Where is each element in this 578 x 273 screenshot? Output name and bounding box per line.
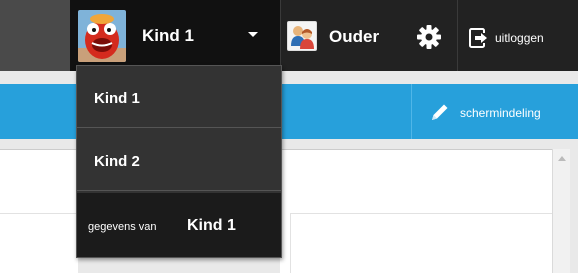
pencil-icon bbox=[430, 102, 450, 122]
topbar-left-area bbox=[0, 0, 70, 71]
divider bbox=[0, 213, 78, 214]
content-subpanel bbox=[290, 213, 552, 273]
parent-label: Ouder bbox=[329, 27, 380, 46]
gear-icon[interactable] bbox=[416, 24, 442, 50]
screen-layout-button[interactable]: schermindeling bbox=[412, 84, 578, 139]
screen-layout-label: schermindeling bbox=[460, 106, 541, 120]
child-data-prefix: gegevens van bbox=[88, 221, 157, 233]
dropdown-child-data-link[interactable]: gegevens van Kind 1 bbox=[77, 193, 281, 257]
divider bbox=[280, 0, 281, 71]
parent-account-button[interactable]: Ouder bbox=[282, 0, 452, 71]
logout-label: uitloggen bbox=[495, 31, 544, 45]
dropdown-item-label: Kind 1 bbox=[94, 90, 140, 107]
logout-icon bbox=[469, 28, 489, 48]
dropdown-item-kind-1[interactable]: Kind 1 bbox=[77, 66, 281, 128]
app-window: Kind 1 Ouder uitloggen schermindeling Ki… bbox=[0, 0, 578, 273]
child-dropdown-menu: Kind 1 Kind 2 gegevens van Kind 1 bbox=[76, 65, 282, 258]
child-selector[interactable]: Kind 1 bbox=[70, 0, 280, 71]
dropdown-item-kind-2[interactable]: Kind 2 bbox=[77, 129, 281, 191]
top-navigation-bar: Kind 1 Ouder uitloggen bbox=[0, 0, 578, 71]
muppet-avatar-icon bbox=[78, 10, 126, 62]
dropdown-item-label: Kind 2 bbox=[94, 153, 140, 170]
chevron-down-icon bbox=[248, 32, 258, 37]
selected-child-name: Kind 1 bbox=[142, 26, 194, 45]
logout-button[interactable]: uitloggen bbox=[459, 0, 578, 71]
content-panel bbox=[0, 149, 78, 273]
scroll-up-arrow-icon[interactable] bbox=[558, 156, 566, 161]
child-data-name: Kind 1 bbox=[187, 217, 236, 234]
scrollbar[interactable] bbox=[552, 149, 570, 273]
parents-icon bbox=[287, 21, 317, 51]
divider bbox=[457, 0, 458, 71]
